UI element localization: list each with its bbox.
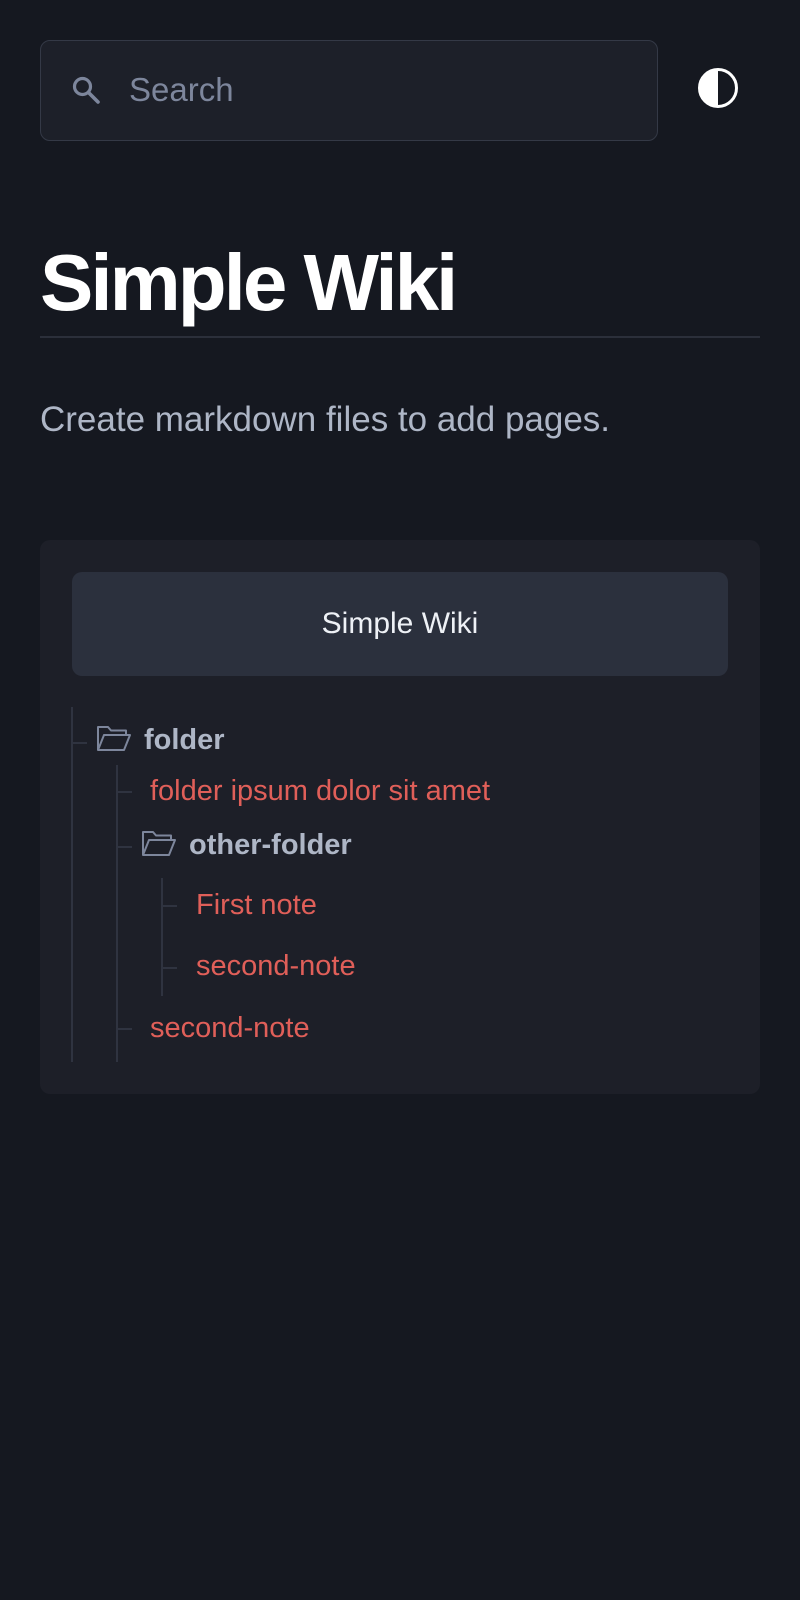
- theme-toggle-button[interactable]: [696, 67, 740, 114]
- note-link[interactable]: folder ipsum dolor sit amet: [150, 771, 490, 811]
- folder-label: folder: [144, 723, 225, 756]
- tree-guide-line: [161, 878, 163, 996]
- tree-branch-line: [118, 846, 132, 848]
- note-link[interactable]: First note: [196, 885, 317, 925]
- folder-label: other-folder: [189, 828, 352, 861]
- top-bar: [40, 39, 760, 141]
- page-title: Simple Wiki: [40, 238, 458, 327]
- page-tree-panel: Simple Wiki folder folder ipsum dolor si…: [40, 540, 760, 1094]
- note-link[interactable]: second-note: [150, 1008, 310, 1048]
- tree-branch-line: [118, 1028, 132, 1030]
- tree-branch-line: [118, 791, 132, 793]
- page: Simple Wiki Create markdown files to add…: [0, 0, 800, 1600]
- tree-branch-line: [163, 967, 177, 969]
- half-circle-contrast-icon: [697, 67, 739, 114]
- note-link[interactable]: second-note: [196, 946, 356, 986]
- intro-text: Create markdown files to add pages.: [40, 400, 611, 439]
- title-divider: [40, 336, 760, 338]
- tree-folder-other-folder[interactable]: other-folder: [141, 825, 352, 865]
- tree-guide-line: [116, 765, 118, 1062]
- tree-folder-folder[interactable]: folder: [96, 720, 225, 760]
- tree-guide-line: [71, 707, 73, 1062]
- folder-open-icon: [96, 723, 132, 758]
- tree-header-button[interactable]: Simple Wiki: [72, 572, 728, 676]
- search-icon: [71, 75, 101, 105]
- tree-branch-line: [163, 905, 177, 907]
- tree-branch-line: [73, 742, 87, 744]
- folder-open-icon: [141, 828, 177, 863]
- search-box[interactable]: [40, 39, 658, 141]
- search-input[interactable]: [127, 70, 571, 110]
